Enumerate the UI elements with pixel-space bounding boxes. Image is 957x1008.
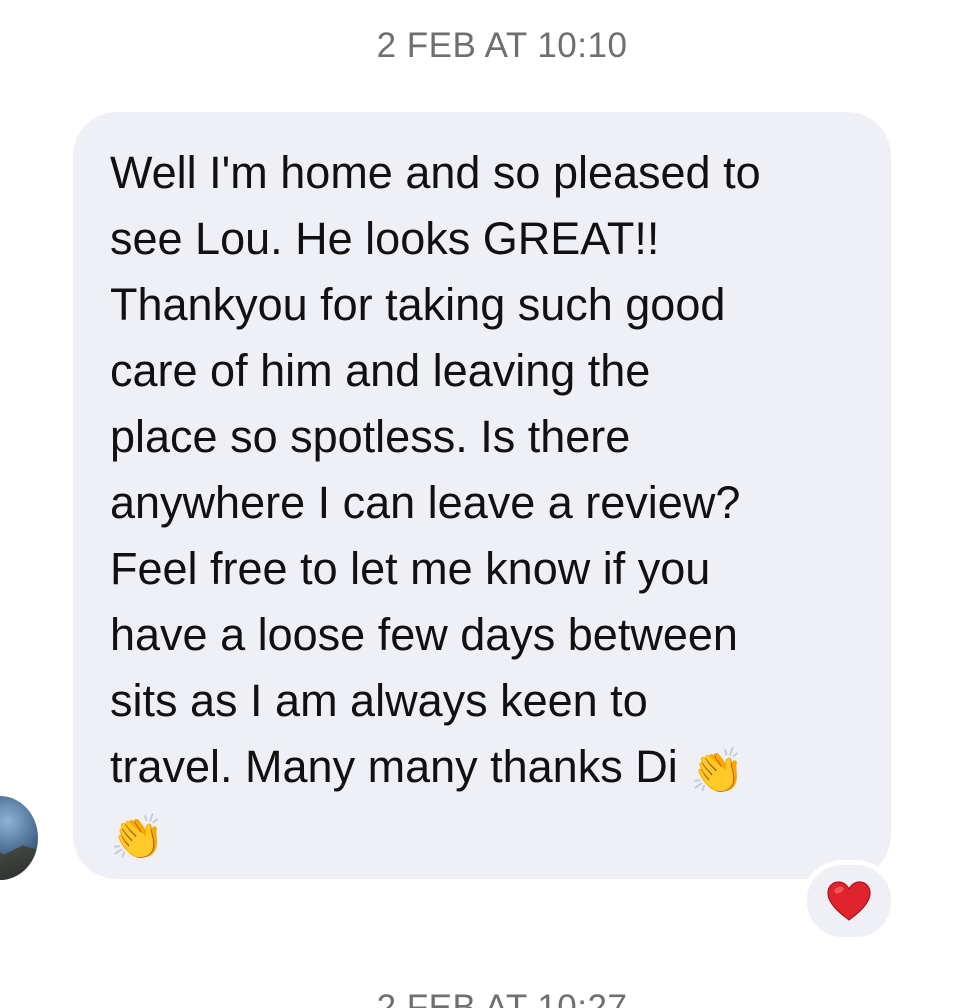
message-line: see Lou. He looks GREAT!!: [110, 213, 660, 264]
message-line: place so spotless. Is there: [110, 411, 631, 462]
message-line: travel. Many many thanks Di: [110, 741, 678, 792]
clapping-hands-emoji: 👏: [690, 747, 746, 796]
message-line: have a loose few days between: [110, 609, 738, 660]
heart-reaction[interactable]: [802, 860, 896, 942]
sender-avatar[interactable]: [0, 796, 38, 880]
message-line: Well I'm home and so pleased to: [110, 147, 761, 198]
message-text: Well I'm home and so pleased to see Lou.…: [110, 140, 861, 866]
next-message-timestamp: 2 FEB AT 10:27: [376, 988, 628, 1008]
message-line: Feel free to let me know if you: [110, 543, 711, 594]
avatar-landscape: [0, 843, 38, 880]
clapping-hands-emoji: 👏: [110, 813, 165, 862]
message-line: Thankyou for taking such good: [110, 279, 726, 330]
message-bubble[interactable]: Well I'm home and so pleased to see Lou.…: [73, 112, 891, 879]
message-line: anywhere I can leave a review?: [110, 477, 741, 528]
message-line: care of him and leaving the: [110, 345, 651, 396]
message-line: sits as I am always keen to: [110, 675, 648, 726]
conversation-view: 2 FEB AT 10:10 Well I'm home and so plea…: [0, 0, 957, 1008]
red-heart-icon: [827, 881, 871, 921]
message-timestamp: 2 FEB AT 10:10: [376, 26, 628, 65]
